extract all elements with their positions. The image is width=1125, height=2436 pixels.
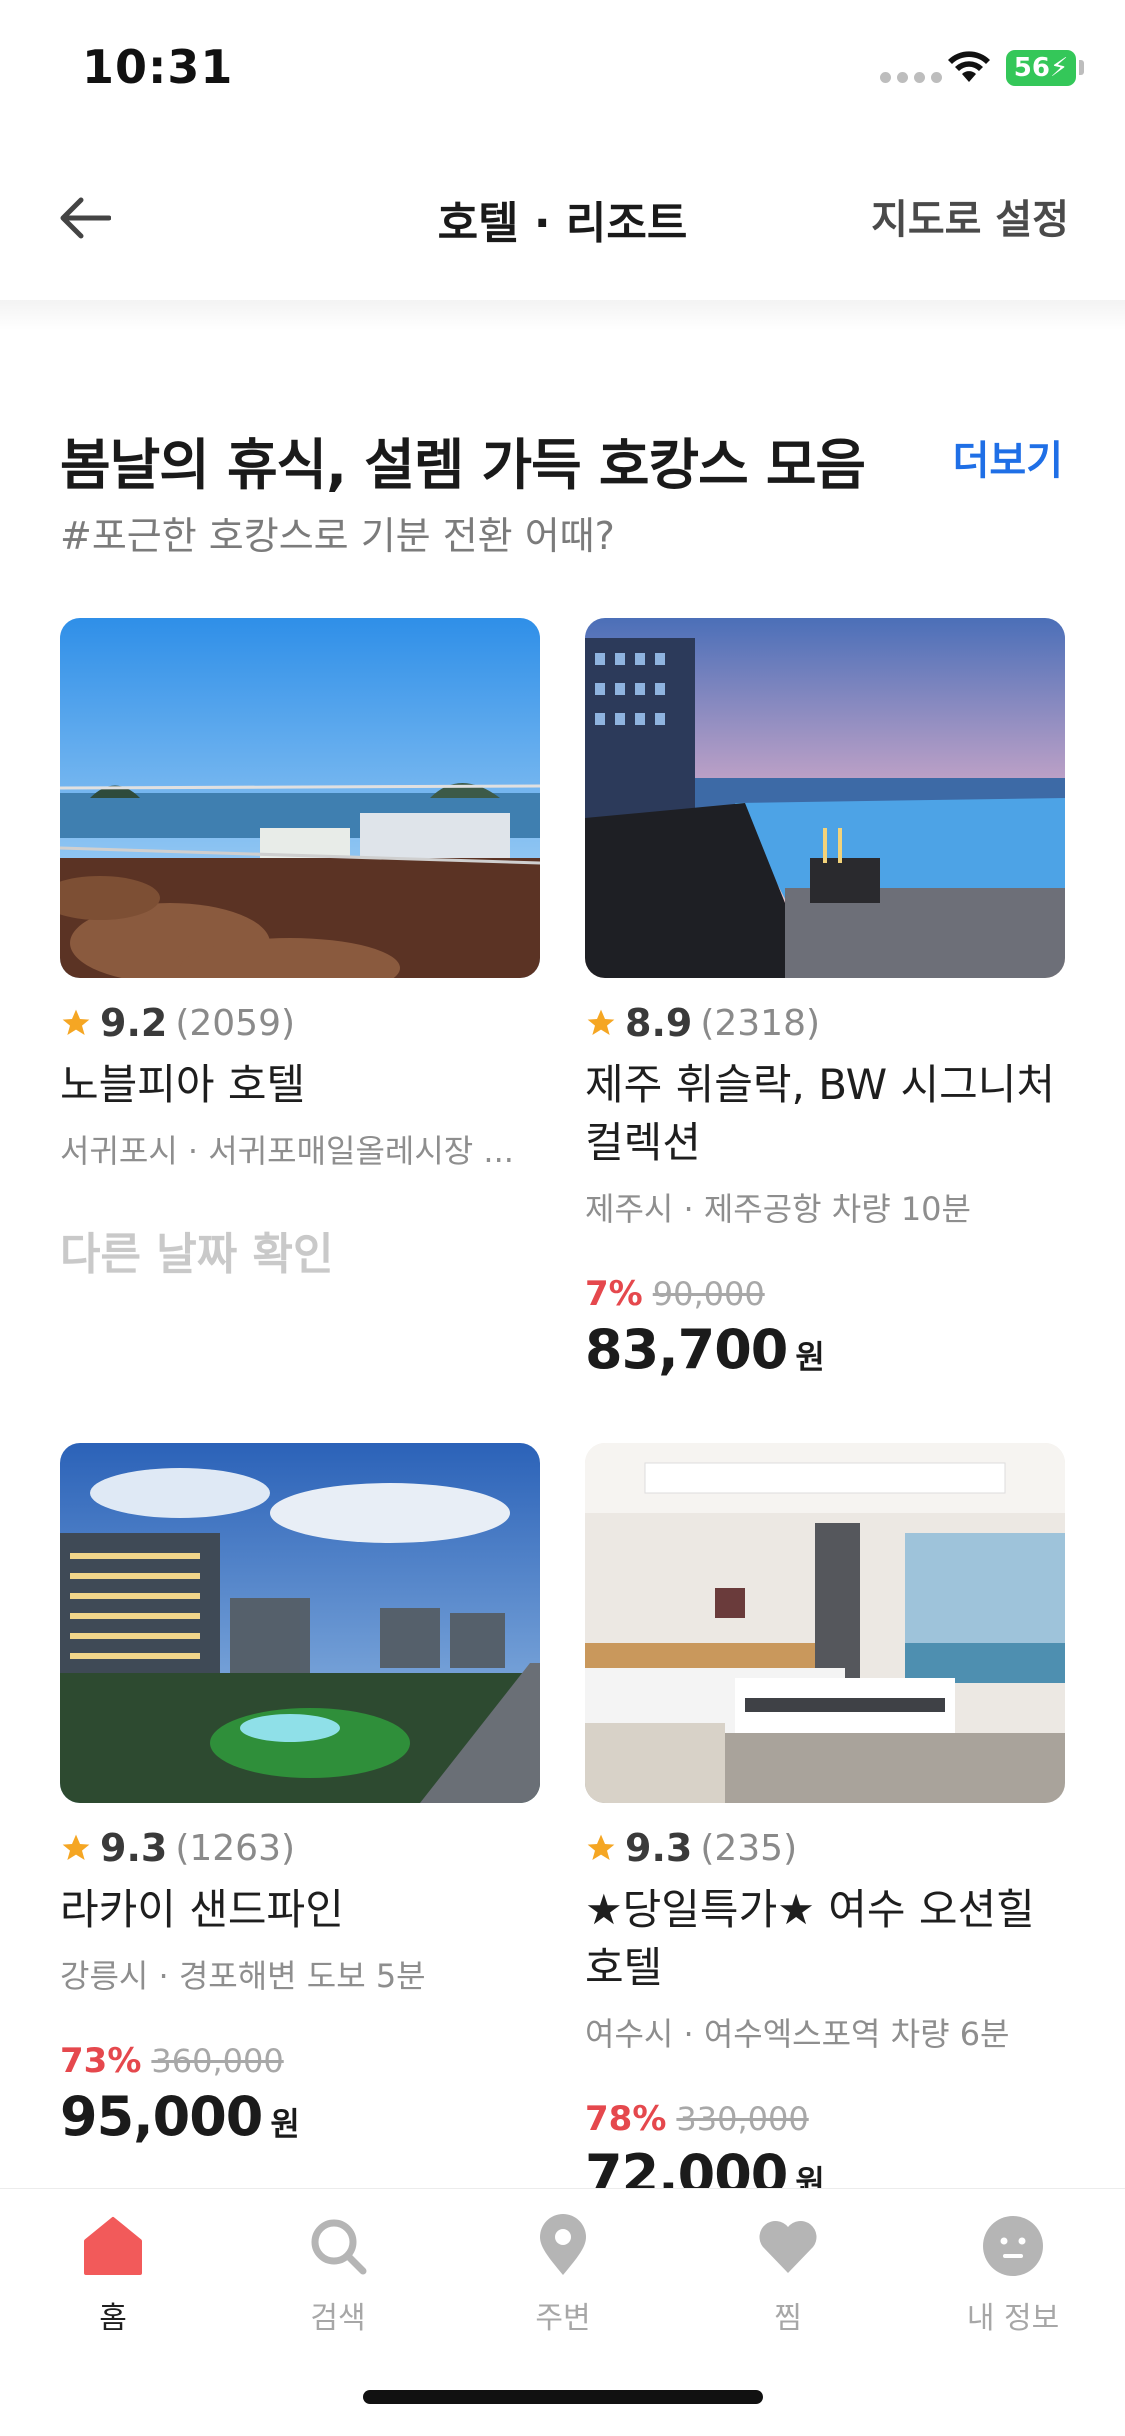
home-icon — [84, 2217, 142, 2275]
star-icon — [62, 1834, 90, 1860]
original-price: 90,000 — [652, 1275, 765, 1313]
rating-row: 9.3 (1263) — [60, 1823, 540, 1873]
rating-score: 9.3 — [625, 1826, 693, 1870]
tab-label: 주변 — [535, 2301, 591, 2336]
rating-row: 8.9 (2318) — [585, 998, 1065, 1048]
original-price: 330,000 — [676, 2100, 809, 2138]
profile-icon — [983, 2216, 1043, 2276]
tab-label: 내 정보 — [966, 2301, 1060, 2336]
hotel-card[interactable]: 9.3 (235) ★당일특가★ 여수 오션힐 호텔 여수시 · 여수엑스포역 … — [585, 1443, 1065, 2206]
review-count: (2318) — [700, 1002, 821, 1044]
discount-percent: 7% — [585, 1274, 643, 1314]
map-setting-link[interactable]: 지도로 설정 — [871, 187, 1069, 245]
check-other-dates[interactable]: 다른 날짜 확인 — [60, 1218, 540, 1282]
tab-nearby[interactable]: 주변 — [483, 2211, 643, 2337]
hotel-location: 여수시 · 여수엑스포역 차량 6분 — [585, 2015, 1010, 2053]
hotel-location: 서귀포시 · 서귀포매일올레시장 ... — [60, 1132, 514, 1170]
hotel-photo — [60, 1443, 540, 1803]
battery-cap — [1079, 60, 1084, 75]
status-bar: 10:31 56 ⚡ — [0, 0, 1125, 135]
tab-search[interactable]: 검색 — [258, 2211, 418, 2337]
location-pin-icon — [540, 2214, 586, 2275]
star-icon — [62, 1009, 90, 1035]
rating-score: 9.2 — [100, 1001, 168, 1045]
search-icon — [311, 2219, 367, 2275]
cellular-signal-icon — [880, 72, 942, 83]
section-subtitle: #포근한 호캉스로 기분 전환 어때? — [60, 514, 615, 558]
price-unit: 원 — [270, 2105, 300, 2143]
hotel-name: 라카이 샌드파인 — [60, 1885, 344, 1934]
wifi-icon — [948, 51, 990, 82]
review-count: (2059) — [175, 1002, 296, 1044]
header-divider — [0, 300, 1125, 330]
tab-label: 찜 — [774, 2301, 802, 2336]
tab-wishlist[interactable]: 찜 — [708, 2211, 868, 2337]
status-time: 10:31 — [82, 40, 234, 94]
rating-row: 9.2 (2059) — [60, 998, 540, 1048]
star-icon — [587, 1009, 615, 1035]
section-title: 봄날의 휴식, 설렘 가득 호캉스 모음 — [60, 433, 866, 497]
price: 95,000 — [60, 2085, 263, 2148]
original-price: 360,000 — [151, 2042, 284, 2080]
hotel-card[interactable]: 9.3 (1263) 라카이 샌드파인 강릉시 · 경포해변 도보 5분 73%… — [60, 1443, 540, 2148]
tab-profile[interactable]: 내 정보 — [933, 2211, 1093, 2337]
discount-row: 73% 360,000 — [60, 2041, 540, 2081]
hotel-name: ★당일특가★ 여수 오션힐 호텔 — [585, 1885, 1035, 1992]
rating-score: 9.3 — [100, 1826, 168, 1870]
star-icon — [587, 1834, 615, 1860]
rating-row: 9.3 (235) — [585, 1823, 1065, 1873]
hotel-photo — [60, 618, 540, 978]
hotel-name: 노블피아 호텔 — [60, 1060, 306, 1109]
battery-icon: 56 ⚡ — [1006, 50, 1076, 86]
battery-level: 56 — [1013, 53, 1050, 83]
price-unit: 원 — [795, 1338, 825, 1376]
tab-label: 홈 — [99, 2301, 127, 2336]
discount-percent: 73% — [60, 2041, 142, 2081]
review-count: (1263) — [175, 1827, 296, 1869]
more-link[interactable]: 더보기 — [953, 428, 1063, 486]
tab-label: 검색 — [310, 2301, 366, 2336]
price: 83,700 — [585, 1318, 788, 1381]
hotel-location: 제주시 · 제주공항 차량 10분 — [585, 1190, 971, 1228]
discount-percent: 78% — [585, 2099, 667, 2139]
hotel-name: 제주 휘슬락, BW 시그니처 컬렉션 — [585, 1060, 1056, 1167]
nav-header: 호텔 · 리조트 지도로 설정 — [0, 135, 1125, 300]
page: 10:31 56 ⚡ 호텔 · 리조트 지도로 설정 봄날의 휴식, 설렘 가득 … — [0, 0, 1125, 2436]
hotel-photo — [585, 1443, 1065, 1803]
discount-row: 7% 90,000 — [585, 1274, 1065, 1314]
tab-home[interactable]: 홈 — [33, 2211, 193, 2337]
discount-row: 78% 330,000 — [585, 2099, 1065, 2139]
price-row: 95,000 원 — [60, 2085, 540, 2148]
hotel-card[interactable]: 9.2 (2059) 노블피아 호텔 서귀포시 · 서귀포매일올레시장 ... … — [60, 618, 540, 1282]
price-row: 83,700 원 — [585, 1318, 1065, 1381]
heart-icon — [759, 2220, 817, 2273]
hotel-location: 강릉시 · 경포해변 도보 5분 — [60, 1957, 426, 1995]
rating-score: 8.9 — [625, 1001, 693, 1045]
hotel-photo — [585, 618, 1065, 978]
home-indicator — [363, 2390, 763, 2404]
review-count: (235) — [700, 1827, 798, 1869]
hotel-card[interactable]: 8.9 (2318) 제주 휘슬락, BW 시그니처 컬렉션 제주시 · 제주공… — [585, 618, 1065, 1381]
